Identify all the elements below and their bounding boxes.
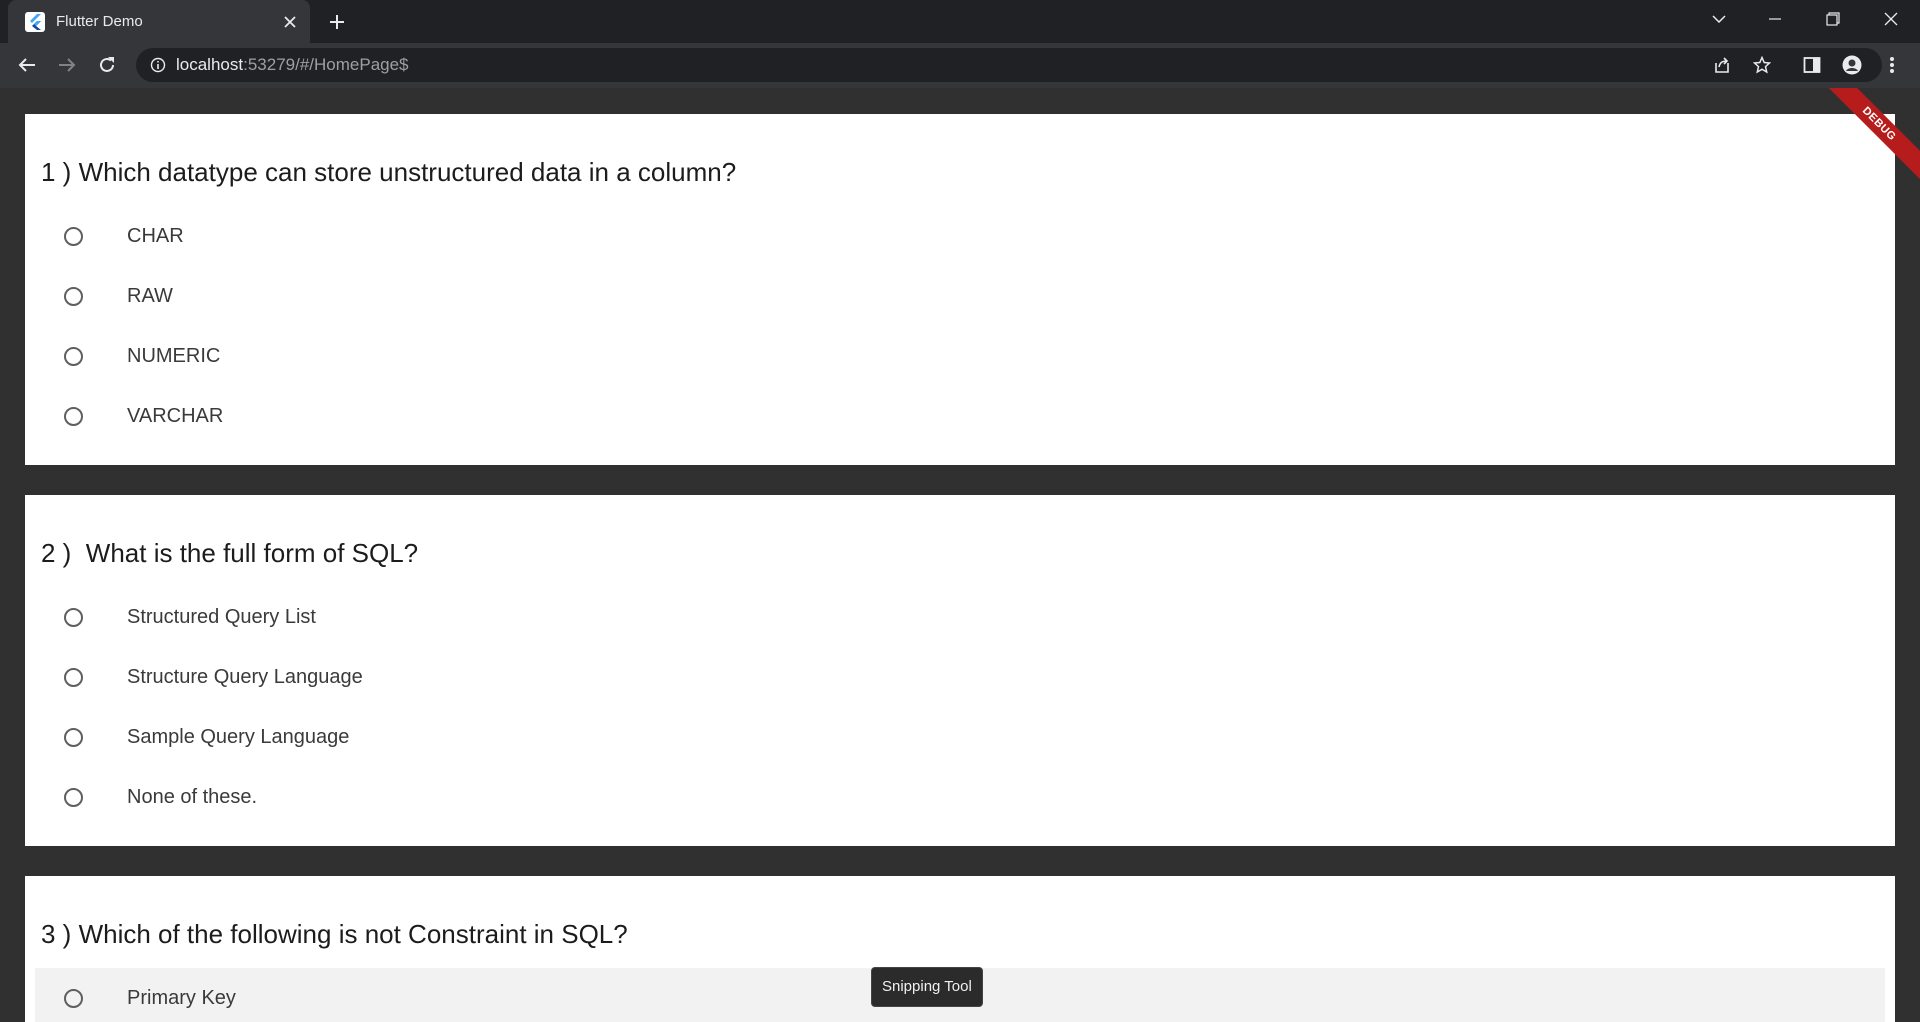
tooltip: Snipping Tool <box>871 967 983 1007</box>
address-bar[interactable]: localhost:53279/#/HomePage$ <box>136 48 1882 82</box>
option-label: NUMERIC <box>127 344 221 367</box>
option-label: CHAR <box>127 224 184 247</box>
question-text: 1 ) Which datatype can store unstructure… <box>41 157 737 187</box>
url-host: localhost <box>176 55 244 74</box>
reload-icon[interactable] <box>91 49 123 81</box>
tab-search-icon[interactable] <box>1696 0 1742 38</box>
option-label: Primary Key <box>127 986 236 1009</box>
tab-title: Flutter Demo <box>56 13 143 30</box>
option-label: VARCHAR <box>127 404 224 427</box>
close-window-icon[interactable] <box>1868 0 1914 38</box>
answer-option[interactable]: Sample Query Language <box>35 707 1885 767</box>
radio-button[interactable] <box>64 406 83 426</box>
answer-option[interactable]: Structure Query Language <box>35 647 1885 707</box>
question-card: 1 ) Which datatype can store unstructure… <box>25 114 1895 465</box>
answer-option[interactable]: Structured Query List <box>35 587 1885 647</box>
radio-button[interactable] <box>64 667 83 687</box>
browser-tab[interactable]: Flutter Demo <box>8 0 310 43</box>
flutter-logo-icon <box>25 11 45 32</box>
option-label: RAW <box>127 284 173 307</box>
app-page: 1 ) Which datatype can store unstructure… <box>0 88 1920 1022</box>
restore-icon[interactable] <box>1810 0 1856 38</box>
radio-button[interactable] <box>64 787 83 807</box>
new-tab-icon[interactable] <box>324 9 350 35</box>
profile-icon[interactable] <box>1836 49 1868 81</box>
bookmark-star-icon[interactable] <box>1746 49 1778 81</box>
option-label: Structure Query Language <box>127 665 363 688</box>
browser-toolbar: localhost:53279/#/HomePage$ <box>0 43 1920 88</box>
option-label: None of these. <box>127 785 258 808</box>
answer-option[interactable]: VARCHAR <box>35 386 1885 446</box>
close-tab-icon[interactable] <box>278 10 302 34</box>
radio-button[interactable] <box>64 607 83 627</box>
option-label: Sample Query Language <box>127 725 350 748</box>
back-icon[interactable] <box>11 49 43 81</box>
option-label: Structured Query List <box>127 605 316 628</box>
minimize-icon[interactable] <box>1752 0 1798 38</box>
answer-option[interactable]: NUMERIC <box>35 326 1885 386</box>
side-panel-icon[interactable] <box>1796 49 1828 81</box>
question-text: 3 ) Which of the following is not Constr… <box>41 919 628 949</box>
forward-icon[interactable] <box>51 49 83 81</box>
answer-option[interactable]: RAW <box>35 266 1885 326</box>
radio-button[interactable] <box>64 286 83 306</box>
question-text: 2 ) What is the full form of SQL? <box>41 538 419 568</box>
radio-button[interactable] <box>64 226 83 246</box>
site-info-icon[interactable] <box>148 55 168 75</box>
url-path: :53279/#/HomePage$ <box>243 55 409 74</box>
menu-kebab-icon[interactable] <box>1876 49 1908 81</box>
answer-option[interactable]: None of these. <box>35 767 1885 827</box>
radio-button[interactable] <box>64 346 83 366</box>
tab-strip: Flutter Demo <box>0 0 1920 43</box>
radio-button[interactable] <box>64 988 83 1008</box>
answer-option[interactable]: CHAR <box>35 206 1885 266</box>
radio-button[interactable] <box>64 727 83 747</box>
share-icon[interactable] <box>1706 49 1738 81</box>
url-text: localhost:53279/#/HomePage$ <box>176 55 409 75</box>
question-card: 2 ) What is the full form of SQL? Struct… <box>25 495 1895 846</box>
